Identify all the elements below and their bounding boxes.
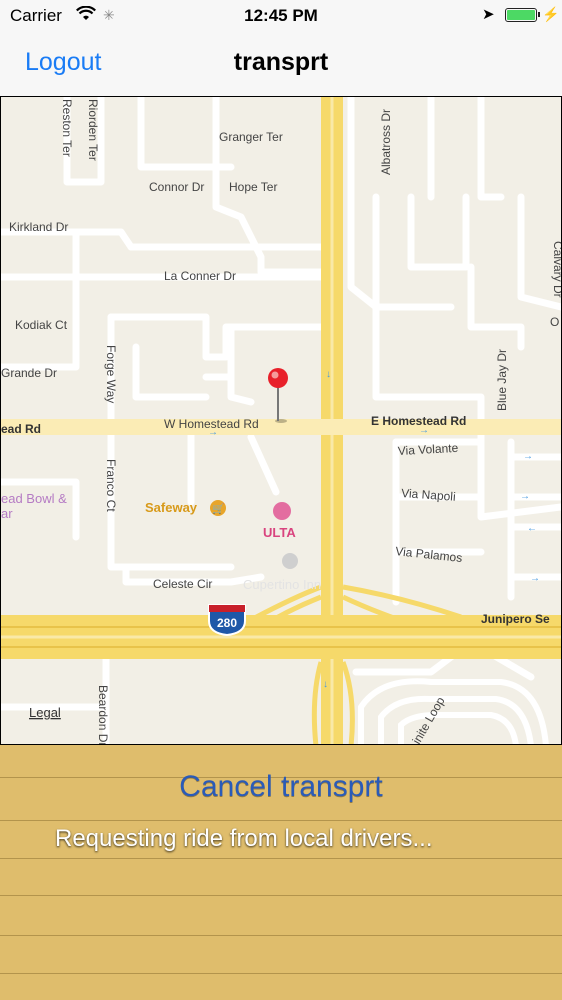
street-label: Albatross Dr: [379, 109, 393, 175]
charging-bolt-icon: ⚡: [542, 6, 560, 22]
poi-label: Safeway: [145, 500, 198, 515]
svg-text:↓: ↓: [326, 369, 331, 380]
street-label: Kodiak Ct: [15, 318, 68, 332]
status-time: 12:45 PM: [244, 6, 318, 25]
street-label: Forge Way: [104, 345, 118, 403]
street-label: La Conner Dr: [164, 269, 236, 283]
plank-divider: [0, 973, 562, 974]
bed-icon: [282, 553, 298, 569]
plank-divider: [0, 820, 562, 821]
street-label: Grande Dr: [1, 366, 57, 380]
street-label: E Homestead Rd: [371, 414, 466, 428]
freeway-280: [1, 615, 561, 659]
loop-road: [358, 678, 549, 744]
street-label: Via Palamos: [395, 544, 463, 565]
street-label: Via Volante: [397, 441, 458, 458]
map-view[interactable]: 280 ↓ ↓ → → → → ← → Reston Ter Riorden T…: [0, 96, 562, 745]
interstate-shield-icon: 280: [208, 604, 246, 637]
shield-number: 280: [217, 616, 237, 630]
street-label: Kirkland Dr: [9, 220, 68, 234]
ride-status-panel: Cancel transprt Requesting ride from loc…: [0, 745, 562, 1000]
street-label: O: [550, 315, 559, 329]
cancel-ride-button[interactable]: Cancel transprt: [0, 770, 562, 804]
battery-icon: [505, 8, 540, 22]
location-arrow-icon: ➤: [482, 6, 495, 23]
svg-text:↓: ↓: [323, 679, 328, 690]
legal-link[interactable]: Legal: [29, 705, 61, 720]
street-label: Celeste Cir: [153, 577, 212, 591]
svg-text:←: ←: [527, 523, 537, 534]
svg-text:🛒: 🛒: [212, 502, 224, 515]
street-label: Beardon Dr: [96, 685, 110, 745]
street-label: W Homestead Rd: [164, 417, 259, 431]
street-label: Reston Ter: [60, 99, 74, 157]
street-label: Calvary Dr: [551, 241, 562, 298]
street-label: Hope Ter: [229, 180, 277, 194]
street-label: Via Napoli: [401, 486, 456, 504]
poi-label: ead Bowl &: [1, 491, 67, 506]
plank-divider: [0, 895, 562, 896]
navigation-bar: Logout transprt: [0, 32, 562, 96]
poi-label: ULTA: [263, 525, 296, 540]
page-title: transprt: [233, 48, 329, 76]
street-label: Blue Jay Dr: [495, 349, 509, 411]
street-label: ead Rd: [1, 422, 41, 436]
svg-text:→: →: [523, 451, 533, 462]
street-label: Franco Ct: [104, 459, 118, 512]
poi-label: ar: [1, 506, 13, 521]
svg-text:→: →: [530, 573, 540, 584]
street-label: Connor Dr: [149, 180, 204, 194]
plank-divider: [0, 935, 562, 936]
plank-divider: [0, 858, 562, 859]
street-label: Granger Ter: [219, 130, 283, 144]
street-label: Junipero Se: [481, 612, 550, 626]
map-canvas: 280 ↓ ↓ → → → → ← → Reston Ter Riorden T…: [1, 97, 562, 745]
street-label: Riorden Ter: [86, 99, 100, 161]
poi-label: Cupertino Inn: [243, 577, 321, 592]
location-pin-icon: [268, 368, 288, 423]
status-bar: Carrier ✳ 12:45 PM ➤ ⚡: [0, 0, 562, 32]
ride-request-status: Requesting ride from local drivers...: [55, 825, 433, 852]
svg-text:→: →: [520, 491, 530, 502]
cosmetics-icon: [273, 502, 291, 520]
